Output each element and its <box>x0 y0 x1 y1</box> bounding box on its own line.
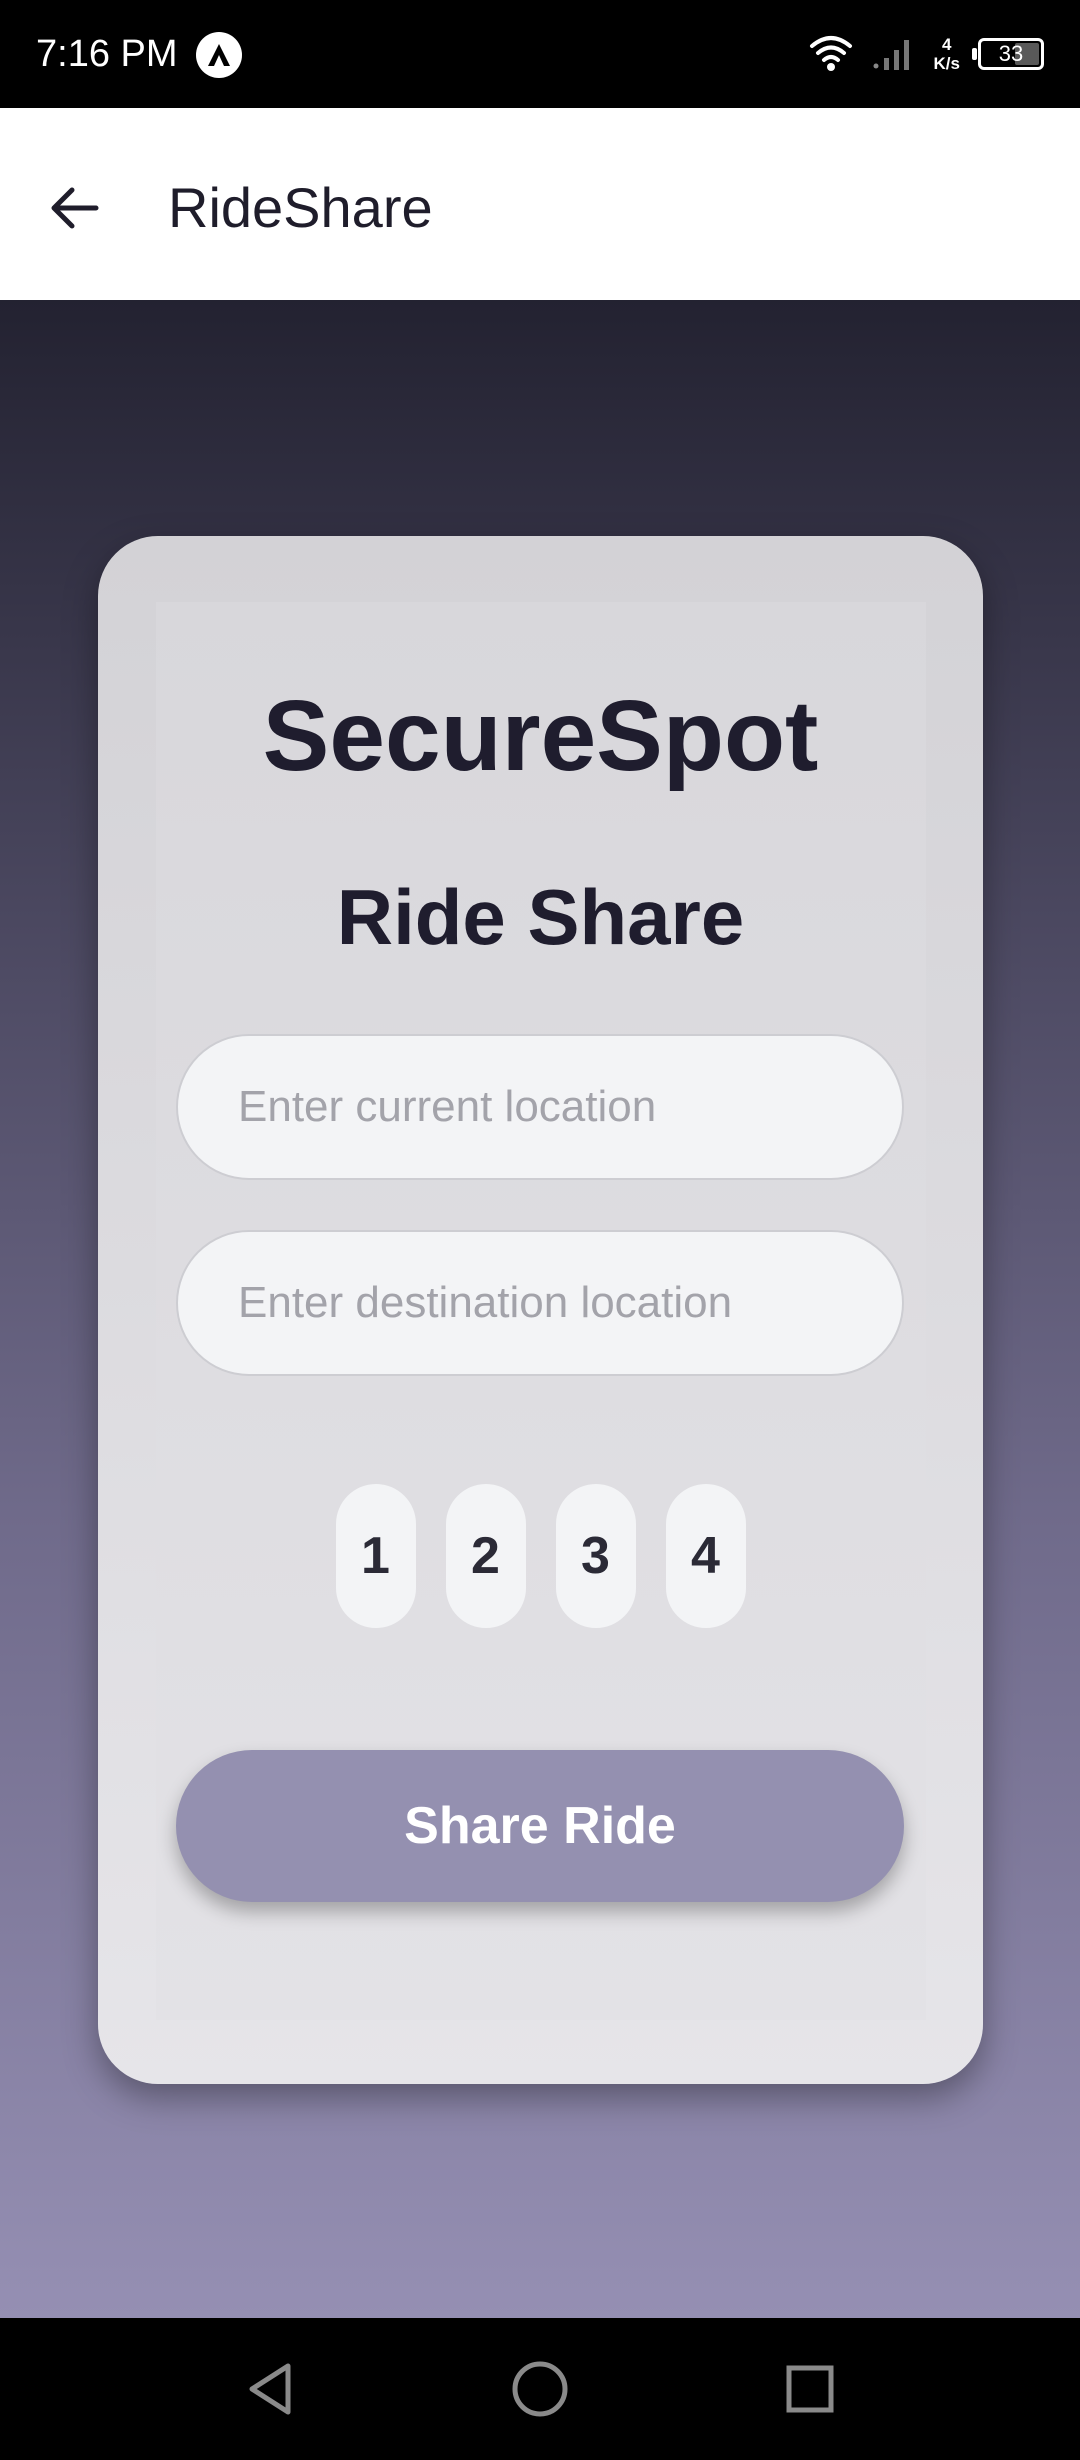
app-notification-icon <box>196 32 242 78</box>
share-ride-button[interactable]: Share Ride <box>176 1750 904 1902</box>
seat-option-4[interactable]: 4 <box>665 1484 746 1628</box>
nav-back-button[interactable] <box>236 2354 306 2424</box>
back-button[interactable] <box>34 168 114 248</box>
net-speed-value: 4 <box>942 35 952 54</box>
square-recents-icon <box>786 2365 834 2413</box>
wifi-icon <box>808 32 854 77</box>
nav-home-button[interactable] <box>505 2354 575 2424</box>
ride-share-card: SecureSpot Ride Share 1 2 3 4 Share Ride <box>98 536 983 2084</box>
seat-option-2[interactable]: 2 <box>445 1484 526 1628</box>
signal-icon <box>872 32 916 77</box>
net-speed-unit: K/s <box>933 54 960 73</box>
seat-option-1[interactable]: 1 <box>335 1484 416 1628</box>
current-location-input[interactable] <box>176 1034 904 1180</box>
battery-icon: 33 <box>972 38 1044 70</box>
brand-title: SecureSpot <box>262 680 819 792</box>
status-indicators: 4 K/s 33 <box>808 28 1044 80</box>
circle-home-icon <box>512 2361 568 2417</box>
seat-option-3[interactable]: 3 <box>555 1484 636 1628</box>
triangle-back-icon <box>249 2363 291 2415</box>
seat-selector: 1 2 3 4 <box>98 1484 983 1628</box>
nav-recents-button[interactable] <box>775 2354 845 2424</box>
system-nav-bar <box>0 2318 1080 2460</box>
app-bar: RideShare <box>0 108 1080 300</box>
arrow-left-icon <box>51 187 99 229</box>
section-title: Ride Share <box>336 873 745 961</box>
battery-level: 33 <box>998 41 1024 66</box>
status-bar: 7:16 PM 4 K/s 33 <box>0 0 1080 108</box>
status-time: 7:16 PM <box>36 33 178 75</box>
destination-location-input[interactable] <box>176 1230 904 1376</box>
app-title: RideShare <box>168 176 433 239</box>
net-speed: 4 K/s <box>934 35 960 73</box>
main-content: SecureSpot Ride Share 1 2 3 4 Share Ride <box>0 300 1080 2318</box>
